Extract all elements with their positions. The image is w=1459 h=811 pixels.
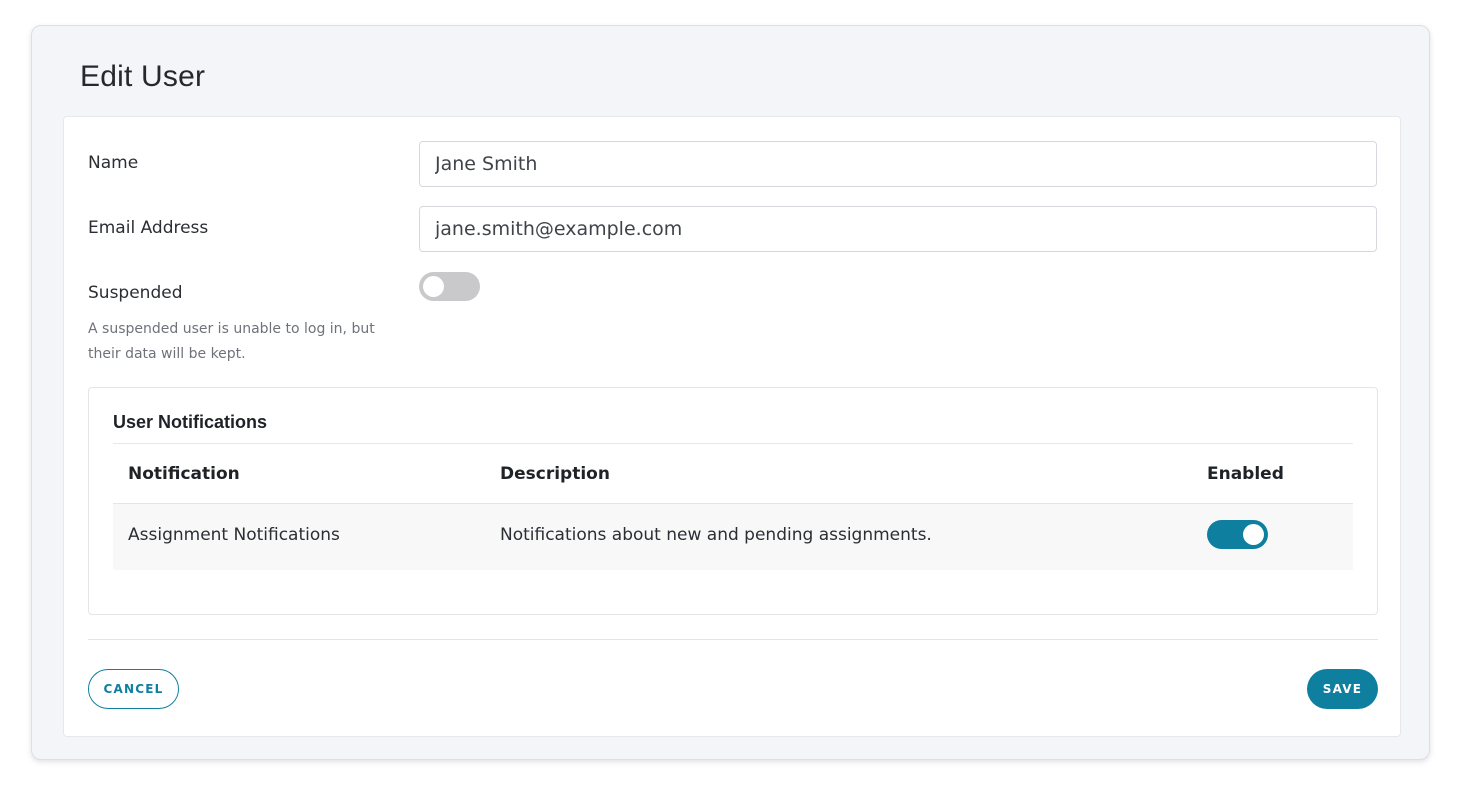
email-label: Email Address xyxy=(88,218,209,238)
cancel-button[interactable]: CANCEL xyxy=(88,669,179,709)
user-notifications-title: User Notifications xyxy=(113,412,268,432)
user-notifications-card: User Notifications Notification Descript… xyxy=(88,387,1378,615)
edit-user-form: Name Email Address Suspended A suspended… xyxy=(63,116,1401,737)
notification-name: Assignment Notifications xyxy=(128,525,340,545)
table-row: Assignment Notifications Notifications a… xyxy=(113,504,1353,570)
name-label: Name xyxy=(88,153,139,173)
column-header-description: Description xyxy=(500,464,610,484)
column-header-enabled: Enabled xyxy=(1207,464,1284,484)
email-input[interactable] xyxy=(419,206,1377,252)
divider xyxy=(88,639,1378,640)
modal-title: Edit User xyxy=(80,60,206,93)
suspended-toggle[interactable] xyxy=(419,272,480,301)
name-input[interactable] xyxy=(419,141,1377,187)
edit-user-modal: Edit User Name Email Address Suspended A… xyxy=(31,25,1430,760)
toggle-knob xyxy=(423,276,444,297)
toggle-knob xyxy=(1243,524,1264,545)
column-header-notification: Notification xyxy=(128,464,240,484)
notification-enabled-toggle[interactable] xyxy=(1207,520,1268,549)
suspended-hint: A suspended user is unable to log in, bu… xyxy=(88,321,375,362)
save-button[interactable]: SAVE xyxy=(1307,669,1378,709)
divider xyxy=(113,443,1353,444)
notification-description: Notifications about new and pending assi… xyxy=(500,525,932,545)
suspended-label: Suspended xyxy=(88,283,183,303)
